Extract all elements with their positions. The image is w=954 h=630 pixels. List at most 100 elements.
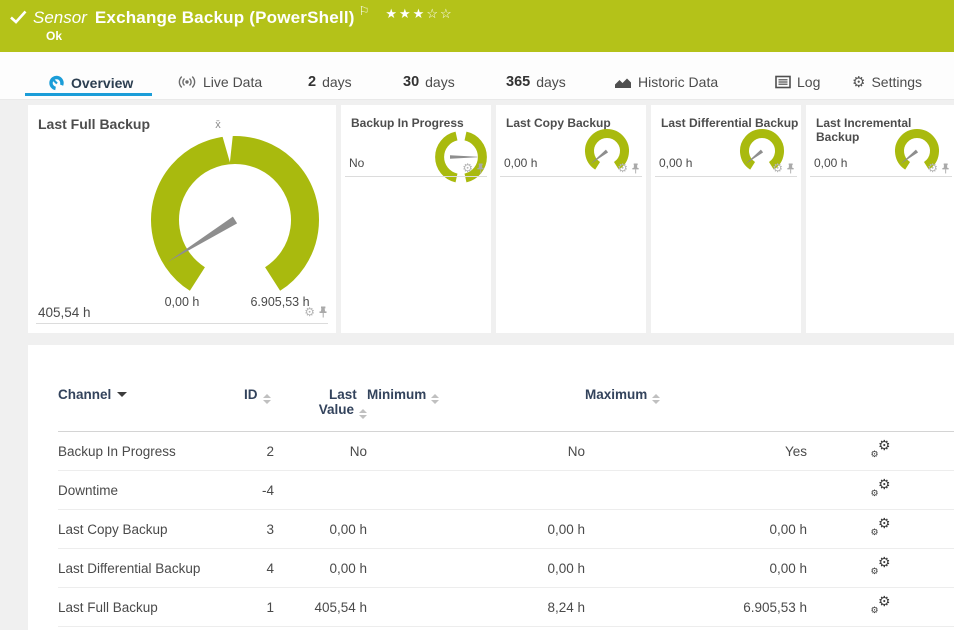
tab-2-days[interactable]: 2 days [308, 74, 352, 90]
tab-label: Live Data [203, 74, 262, 90]
channel-maximum: 6.905,53 h [585, 588, 807, 627]
channel-minimum: 8,24 h [367, 588, 585, 627]
channel-maximum: 0,00 h [585, 510, 807, 549]
channel-name: Last Incremental Backup [58, 627, 244, 630]
channel-id: -4 [244, 471, 274, 510]
pin-icon[interactable] [786, 163, 795, 174]
pin-icon[interactable] [631, 163, 640, 174]
edit-channel-icon[interactable]: ⚙⚙ [871, 597, 891, 614]
column-header-minimum[interactable]: Minimum [367, 387, 585, 432]
tab-30-days[interactable]: 30 days [403, 74, 455, 90]
column-header-edit [807, 387, 954, 432]
gauge-icon [48, 74, 65, 91]
channel-id: 3 [244, 510, 274, 549]
channel-id: 1 [244, 588, 274, 627]
gauge-current-value: 0,00 h [504, 156, 537, 170]
priority-stars[interactable]: ★★★☆☆ [385, 6, 453, 22]
column-header-channel[interactable]: Channel [58, 387, 244, 432]
column-header-last-value[interactable]: LastValue [274, 387, 367, 432]
backup-in-progress-gauge[interactable] [430, 126, 492, 188]
gauge-current-value: 405,54 h [38, 305, 91, 320]
panel-divider [36, 323, 328, 324]
log-icon [775, 75, 791, 89]
channel-minimum [367, 471, 585, 510]
channel-maximum: Yes [585, 432, 807, 471]
tab-365-days[interactable]: 365 days [506, 74, 566, 90]
gear-icon: ⚙ [852, 75, 865, 90]
gauge-settings-gear-icon[interactable]: ⚙ [304, 306, 315, 318]
object-kind-label: Sensor [33, 8, 87, 28]
pin-icon[interactable] [318, 306, 328, 318]
tab-label: Log [797, 74, 820, 90]
gauge-panel-last-full-backup: Last Full Backup x̄ 0,00 h 6.905,53 h 40… [28, 105, 336, 333]
gauge-settings-gear-icon[interactable]: ⚙ [617, 162, 628, 174]
gauge-current-value: 0,00 h [659, 156, 692, 170]
sort-arrows-icon [263, 394, 271, 404]
panel-divider [655, 176, 797, 177]
tab-label: days [322, 74, 352, 90]
channel-minimum: 0,00 h [367, 549, 585, 588]
edit-channel-icon[interactable]: ⚙⚙ [871, 519, 891, 536]
column-label: Minimum [367, 387, 426, 402]
tab-label: Settings [871, 74, 922, 90]
edit-channel-icon[interactable]: ⚙⚙ [871, 480, 891, 497]
column-label: ID [244, 387, 258, 402]
tab-settings[interactable]: ⚙ Settings [852, 74, 922, 90]
tab-live-data[interactable]: Live Data [177, 74, 262, 90]
panel-divider [810, 176, 952, 177]
gauge-settings-gear-icon[interactable]: ⚙ [462, 162, 473, 174]
column-header-id[interactable]: ID [244, 387, 274, 432]
channel-maximum [585, 471, 807, 510]
channel-id: 4 [244, 549, 274, 588]
channel-minimum: No [367, 432, 585, 471]
tab-log[interactable]: Log [775, 74, 820, 90]
gauge-title: Last Full Backup [38, 116, 150, 132]
status-check-icon [10, 10, 27, 24]
last-full-backup-gauge[interactable] [135, 128, 335, 300]
gauge-panel-last-copy-backup: Last Copy Backup 0,00 h ⚙ [496, 105, 646, 333]
gauge-settings-gear-icon[interactable]: ⚙ [772, 162, 783, 174]
tab-label: Overview [71, 75, 133, 91]
tab-label: days [425, 74, 455, 90]
gauge-panel-last-differential-backup: Last Differential Backup 0,00 h ⚙ [651, 105, 801, 333]
edit-channel-icon[interactable]: ⚙⚙ [871, 558, 891, 575]
channel-last-value: 0,00 h [274, 510, 367, 549]
table-row: Backup In Progress 2 No No Yes ⚙⚙ [58, 432, 954, 471]
tab-number: 30 [403, 74, 419, 90]
broadcast-icon [177, 74, 197, 90]
channel-last-value: 405,54 h [274, 588, 367, 627]
pin-icon[interactable] [941, 163, 950, 174]
channel-maximum: 0,00 h [585, 627, 807, 630]
tab-historic-data[interactable]: Historic Data [614, 74, 718, 90]
channel-name: Last Full Backup [58, 588, 244, 627]
edit-channel-icon[interactable]: ⚙⚙ [871, 441, 891, 458]
pin-icon[interactable] [476, 163, 485, 174]
column-header-maximum[interactable]: Maximum [585, 387, 807, 432]
stars-filled[interactable]: ★★★ [385, 6, 426, 21]
channel-id: 2 [244, 432, 274, 471]
gauge-panel-backup-in-progress: Backup In Progress No ⚙ [341, 105, 491, 333]
table-row: Downtime -4 ⚙⚙ [58, 471, 954, 510]
channel-minimum: 0,00 h [367, 510, 585, 549]
stars-empty[interactable]: ☆☆ [426, 6, 453, 21]
channel-table-panel: Channel ID LastValue Minimum Maximum Bac… [28, 345, 954, 630]
gauge-current-value: No [349, 156, 364, 170]
area-chart-icon [614, 75, 632, 89]
table-row: Last Copy Backup 3 0,00 h 0,00 h 0,00 h … [58, 510, 954, 549]
channel-name: Last Differential Backup [58, 549, 244, 588]
column-label: Channel [58, 387, 111, 402]
channel-name: Downtime [58, 471, 244, 510]
tab-overview[interactable]: Overview [48, 74, 133, 91]
gauge-settings-gear-icon[interactable]: ⚙ [927, 162, 938, 174]
sort-arrows-icon [431, 394, 439, 404]
gauge-current-value: 0,00 h [814, 156, 847, 170]
active-tab-underline [25, 93, 152, 96]
priority-flag-icon[interactable]: ⚐ [359, 4, 370, 18]
sort-arrows-icon [359, 409, 367, 419]
table-row: Last Differential Backup 4 0,00 h 0,00 h… [58, 549, 954, 588]
channel-table: Channel ID LastValue Minimum Maximum Bac… [58, 387, 954, 630]
channel-minimum: 0,00 h [367, 627, 585, 630]
column-label: Value [319, 402, 354, 417]
table-row: Last Incremental Backup 5 0,00 h 0,00 h … [58, 627, 954, 630]
column-label: Maximum [585, 387, 647, 402]
